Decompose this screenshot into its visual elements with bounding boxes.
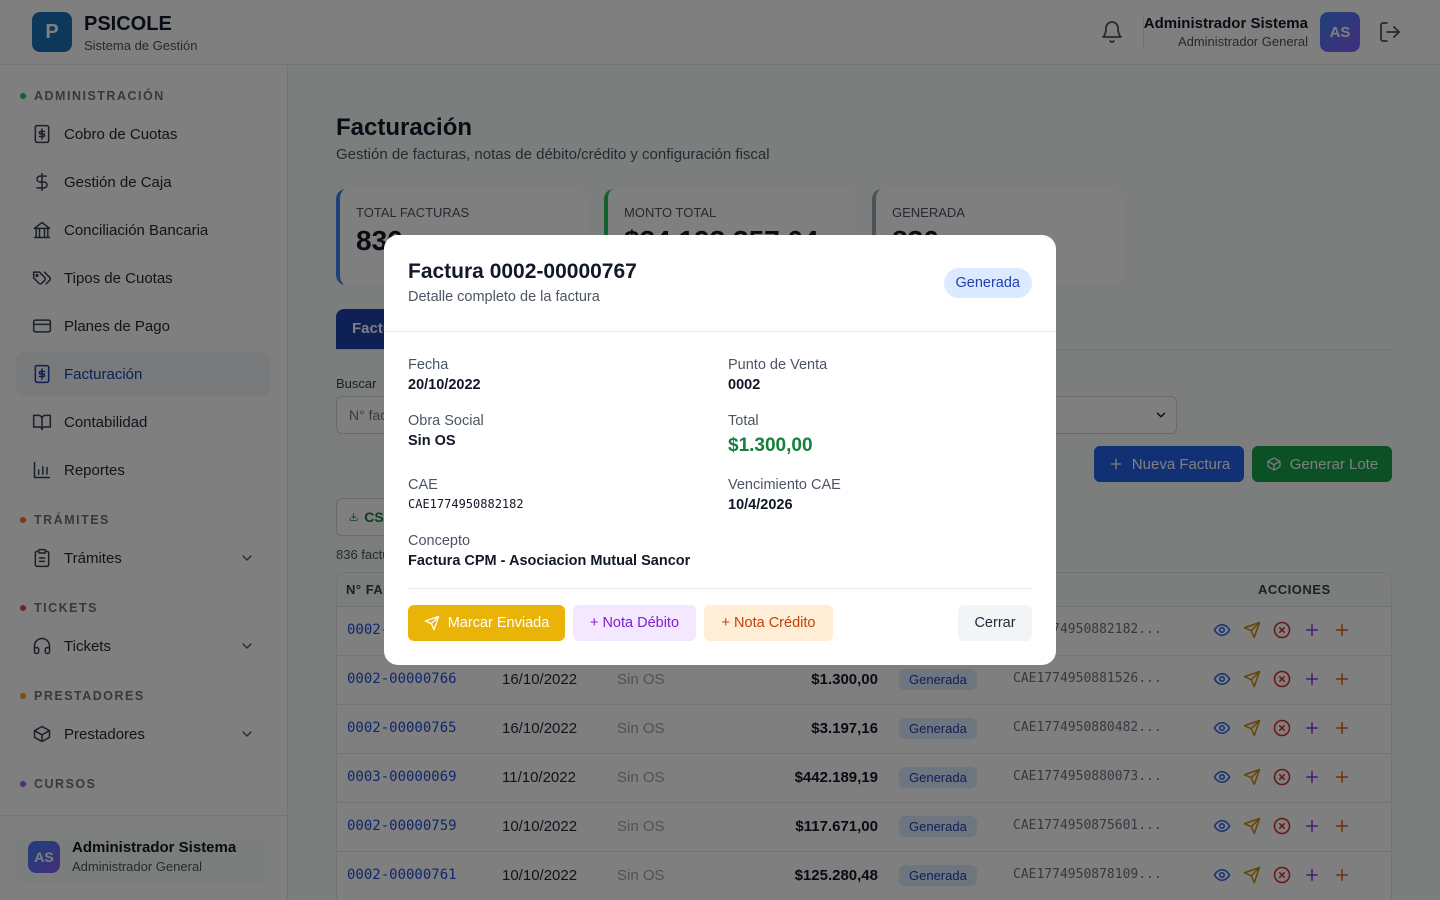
debit-note-button[interactable]: + Nota Débito (573, 605, 696, 641)
invoice-detail-modal: Factura 0002-00000767 Detalle completo d… (384, 235, 1056, 665)
modal-footer-divider (408, 588, 1032, 589)
total-label: Total (728, 413, 759, 429)
close-button[interactable]: Cerrar (958, 605, 1032, 641)
send-icon (424, 615, 440, 631)
modal-divider (384, 331, 1056, 332)
fecha-value: 20/10/2022 (408, 377, 481, 393)
punto-venta-value: 0002 (728, 377, 761, 393)
cae-label: CAE (408, 477, 438, 493)
cae-value: CAE1774950882182 (408, 497, 524, 511)
vencimiento-cae-label: Vencimiento CAE (728, 477, 841, 493)
concepto-label: Concepto (408, 533, 471, 549)
obra-social-label: Obra Social (408, 413, 484, 429)
mark-sent-label: Marcar Enviada (447, 615, 550, 631)
punto-venta-label: Punto de Venta (728, 357, 828, 373)
concepto-value: Factura CPM - Asociacion Mutual Sancor (408, 553, 691, 569)
modal-title: Factura 0002-00000767 (408, 260, 637, 283)
status-badge: Generada (943, 268, 1032, 298)
total-value: $1.300,00 (728, 435, 813, 456)
modal-subtitle: Detalle completo de la factura (408, 289, 600, 305)
fecha-label: Fecha (408, 357, 449, 373)
obra-social-value: Sin OS (408, 433, 456, 449)
vencimiento-cae-value: 10/4/2026 (728, 497, 793, 513)
mark-sent-button[interactable]: Marcar Enviada (408, 605, 565, 641)
credit-note-button[interactable]: + Nota Crédito (704, 605, 833, 641)
